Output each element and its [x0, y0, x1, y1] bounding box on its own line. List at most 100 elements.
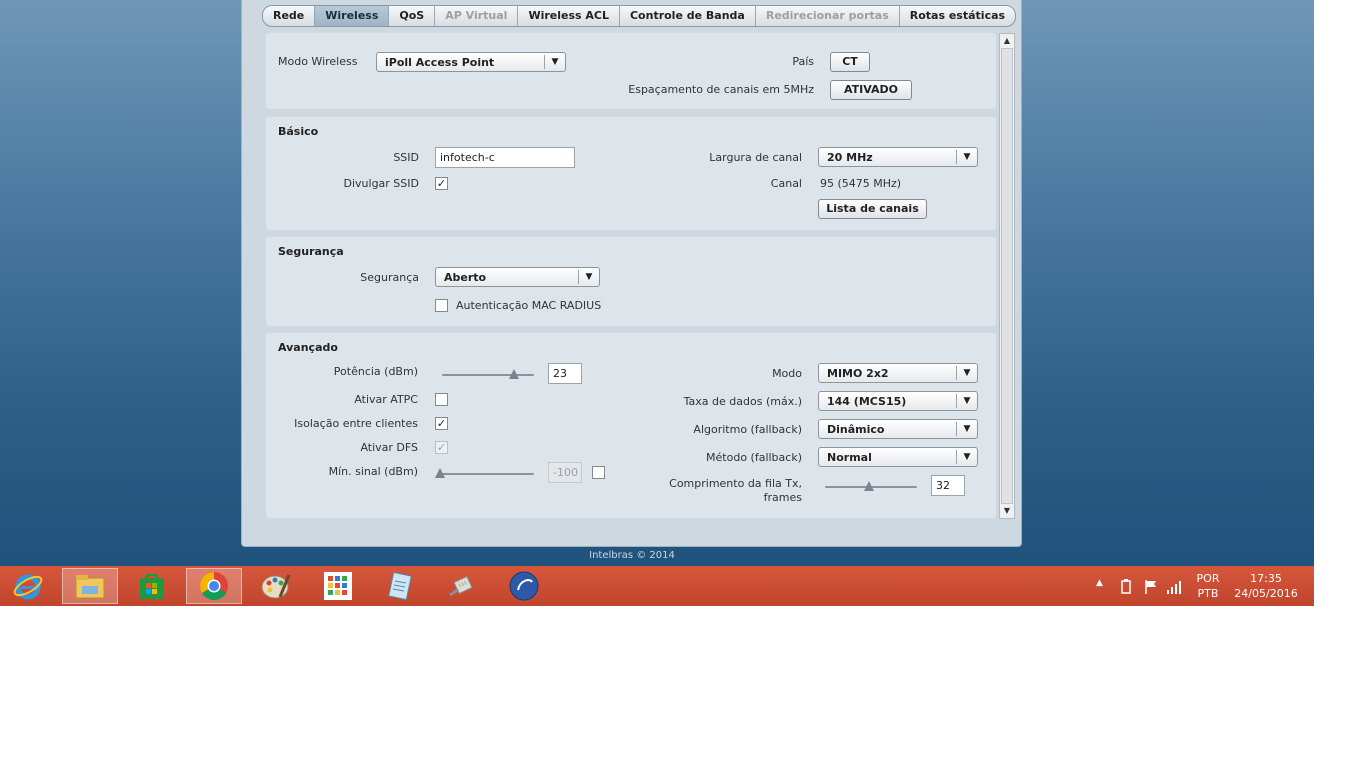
- channel-label: Canal: [770, 177, 802, 190]
- wireless-mode-select[interactable]: iPoll Access Point ▼: [376, 52, 566, 72]
- tx-queue-slider-thumb[interactable]: [864, 481, 875, 491]
- input-language[interactable]: POR PTB: [1192, 572, 1224, 600]
- paint-palette-icon[interactable]: [248, 568, 304, 604]
- chevron-down-icon: ▼: [578, 270, 599, 284]
- clock-date: 24/05/2016: [1234, 587, 1298, 600]
- basic-section: Básico SSID infotech-c Divulgar SSID ✓ L…: [266, 117, 996, 230]
- chevron-down-icon: ▼: [956, 450, 977, 464]
- internet-explorer-icon[interactable]: [0, 568, 56, 604]
- tab-qos[interactable]: QoS: [389, 6, 436, 26]
- vertical-scrollbar[interactable]: ▲ ▼: [999, 33, 1015, 519]
- atpc-label: Ativar ATPC: [354, 393, 418, 406]
- data-rate-label: Taxa de dados (máx.): [683, 395, 802, 408]
- security-value: Aberto: [444, 271, 487, 284]
- store-icon[interactable]: [124, 568, 180, 604]
- chevron-down-icon: ▼: [544, 55, 565, 69]
- scroll-down-icon[interactable]: ▼: [1000, 504, 1014, 518]
- network-signal-icon[interactable]: [1166, 579, 1182, 598]
- power-slider-track: [442, 374, 534, 376]
- notepad-icon[interactable]: [372, 568, 428, 604]
- data-rate-value: 144 (MCS15): [827, 395, 907, 408]
- chevron-down-icon: ▼: [956, 422, 977, 436]
- power-input[interactable]: 23: [548, 363, 582, 384]
- broadcast-ssid-checkbox[interactable]: ✓: [435, 177, 448, 190]
- scroll-up-icon[interactable]: ▲: [1000, 34, 1014, 48]
- security-section-title: Segurança: [278, 245, 344, 258]
- tab-redirecionar-portas: Redirecionar portas: [756, 6, 900, 26]
- tray-expand-icon[interactable]: ▲: [1096, 578, 1103, 588]
- min-signal-slider-thumb[interactable]: [435, 468, 445, 478]
- action-center-flag-icon[interactable]: [1143, 579, 1159, 598]
- chevron-down-icon: ▼: [956, 150, 977, 164]
- fallback-method-value: Normal: [827, 451, 872, 464]
- clock[interactable]: 17:35 24/05/2016: [1232, 572, 1300, 600]
- chevron-down-icon: ▼: [956, 366, 977, 380]
- ssid-input[interactable]: infotech-c: [435, 147, 575, 168]
- tab-ap-virtual: AP Virtual: [435, 6, 519, 26]
- atpc-checkbox[interactable]: [435, 393, 448, 406]
- dfs-label: Ativar DFS: [360, 441, 418, 454]
- country-button[interactable]: CT: [830, 52, 870, 72]
- tab-controle-de-banda[interactable]: Controle de Banda: [620, 6, 756, 26]
- taskbar: ▲ POR PTB 17:35 24/05/2016: [0, 566, 1314, 606]
- tab-rotas-estaticas[interactable]: Rotas estáticas: [900, 6, 1015, 26]
- fallback-method-select[interactable]: Normal ▼: [818, 447, 978, 467]
- channel-spacing-button[interactable]: ATIVADO: [830, 80, 912, 100]
- fallback-algorithm-value: Dinâmico: [827, 423, 885, 436]
- mode-select[interactable]: MIMO 2x2 ▼: [818, 363, 978, 383]
- clock-time: 17:35: [1250, 572, 1282, 585]
- channel-spacing-label: Espaçamento de canais em 5MHz: [628, 83, 814, 96]
- mode-value: MIMO 2x2: [827, 367, 889, 380]
- apps-grid-icon[interactable]: [310, 568, 366, 604]
- fallback-algorithm-label: Algoritmo (fallback): [693, 423, 802, 436]
- file-explorer-icon[interactable]: [62, 568, 118, 604]
- advanced-section: Avançado Potência (dBm) 23 Ativar ATPC I…: [266, 333, 996, 518]
- tab-wireless-acl[interactable]: Wireless ACL: [518, 6, 620, 26]
- fallback-method-label: Método (fallback): [706, 451, 802, 464]
- channel-value: 95 (5475 MHz): [820, 177, 902, 190]
- scrollbar-thumb[interactable]: [1001, 48, 1013, 504]
- security-label: Segurança: [360, 271, 419, 284]
- mode-label: Modo: [772, 367, 802, 380]
- language-code: POR: [1196, 572, 1220, 585]
- tab-wireless[interactable]: Wireless: [315, 6, 390, 26]
- min-signal-label: Mín. sinal (dBm): [328, 465, 418, 478]
- client-isolation-label: Isolação entre clientes: [294, 417, 418, 430]
- mac-radius-label: Autenticação MAC RADIUS: [456, 299, 602, 312]
- power-label: Potência (dBm): [333, 365, 418, 378]
- tab-rede[interactable]: Rede: [263, 6, 316, 26]
- advanced-section-title: Avançado: [278, 341, 338, 354]
- channel-list-button[interactable]: Lista de canais: [818, 199, 927, 219]
- tx-queue-label-line1: Comprimento da fila Tx,: [669, 477, 802, 490]
- tab-bar: Rede Wireless QoS AP Virtual Wireless AC…: [262, 5, 1017, 27]
- min-signal-checkbox[interactable]: [592, 466, 605, 479]
- chrome-icon[interactable]: [186, 568, 242, 604]
- ssid-label: SSID: [393, 151, 419, 164]
- broadcast-ssid-label: Divulgar SSID: [343, 177, 420, 190]
- mac-radius-checkbox[interactable]: [435, 299, 448, 312]
- security-select[interactable]: Aberto ▼: [435, 267, 600, 287]
- power-slider-thumb[interactable]: [508, 369, 519, 379]
- wireless-mode-label: Modo Wireless: [278, 55, 358, 68]
- power-plug-icon[interactable]: [1118, 579, 1134, 598]
- desktop-background: Rede Wireless QoS AP Virtual Wireless AC…: [0, 0, 1314, 566]
- channel-width-select[interactable]: 20 MHz ▼: [818, 147, 978, 167]
- chevron-down-icon: ▼: [956, 394, 977, 408]
- dfs-checkbox: ✓: [435, 441, 448, 454]
- country-label: País: [792, 55, 814, 68]
- min-signal-input: -100: [548, 462, 582, 483]
- winbox-icon[interactable]: [496, 568, 552, 604]
- data-rate-select[interactable]: 144 (MCS15) ▼: [818, 391, 978, 411]
- network-cable-icon[interactable]: [434, 568, 490, 604]
- footer-copyright: Intelbras © 2014: [589, 550, 675, 561]
- wireless-mode-value: iPoll Access Point: [385, 56, 495, 69]
- keyboard-layout: PTB: [1197, 587, 1219, 600]
- fallback-algorithm-select[interactable]: Dinâmico ▼: [818, 419, 978, 439]
- min-signal-slider-track: [440, 473, 534, 475]
- basic-section-title: Básico: [278, 125, 319, 138]
- tx-queue-label-line2: frames: [763, 491, 802, 504]
- channel-width-value: 20 MHz: [827, 151, 873, 164]
- channel-width-label: Largura de canal: [709, 151, 802, 164]
- tx-queue-input[interactable]: 32: [931, 475, 965, 496]
- client-isolation-checkbox[interactable]: ✓: [435, 417, 448, 430]
